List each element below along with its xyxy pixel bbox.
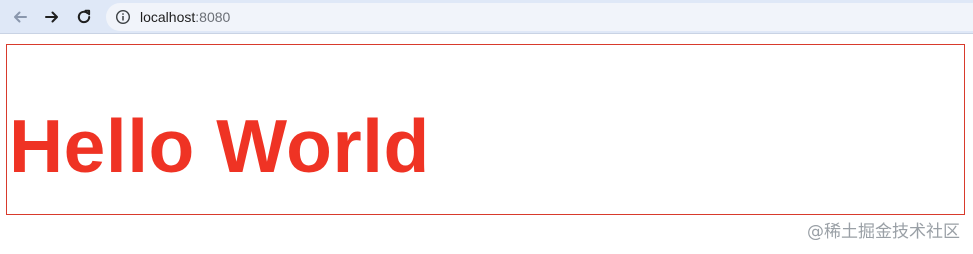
url-text[interactable]: localhost:8080	[140, 9, 230, 25]
address-bar[interactable]: localhost:8080	[106, 3, 973, 31]
url-port: :8080	[195, 9, 231, 25]
forward-button[interactable]	[40, 5, 64, 29]
browser-toolbar: localhost:8080	[0, 0, 973, 34]
back-button[interactable]	[8, 5, 32, 29]
url-host: localhost	[140, 9, 196, 25]
hello-box: Hello World	[6, 44, 965, 215]
arrow-right-icon	[43, 8, 61, 26]
reload-button[interactable]	[72, 5, 96, 29]
info-circle-icon[interactable]	[115, 9, 131, 25]
reload-icon	[75, 8, 93, 26]
arrow-left-icon	[11, 8, 29, 26]
page-heading: Hello World	[9, 104, 430, 188]
watermark-text: @稀土掘金技术社区	[807, 222, 960, 242]
